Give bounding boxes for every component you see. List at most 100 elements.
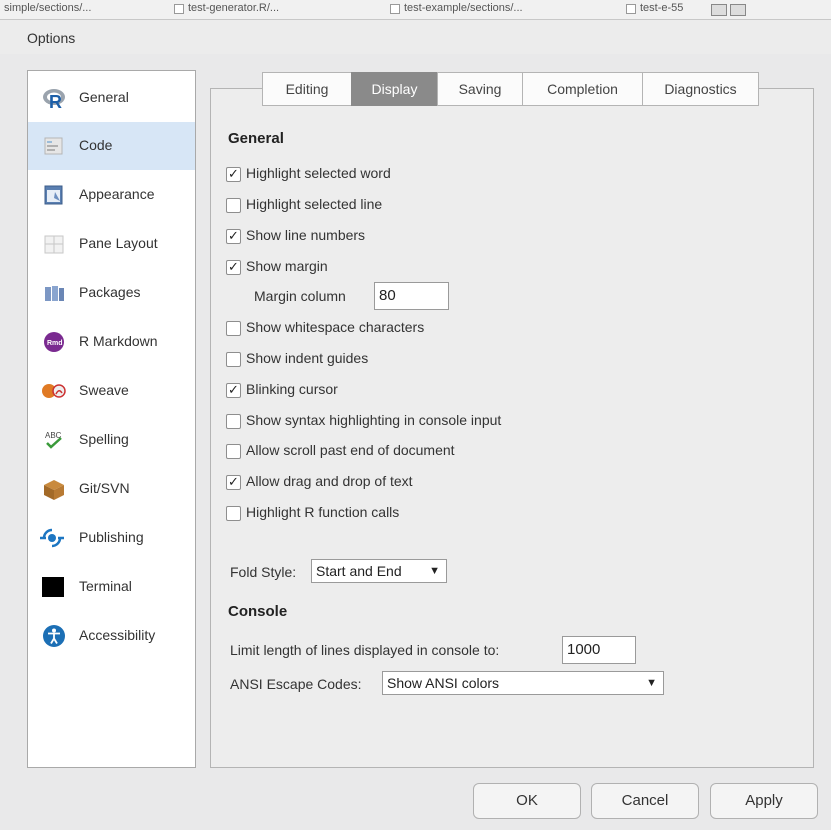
r-logo-icon: R — [43, 89, 65, 110]
tab-completion[interactable]: Completion — [522, 72, 642, 106]
sidebar-item-git-svn[interactable]: Git/SVN — [28, 465, 195, 513]
sidebar-item-accessibility[interactable]: Accessibility — [28, 612, 195, 660]
pane-layout-icon — [44, 235, 64, 254]
file-icon — [174, 4, 184, 14]
dialog-title: Options — [27, 30, 76, 46]
git-svn-icon — [44, 480, 64, 500]
sidebar-item-sweave[interactable]: Sweave — [28, 367, 195, 415]
check-icon: ✓ — [228, 474, 239, 489]
background-tab-label: test-example/sections/... — [404, 2, 523, 14]
cancel-button[interactable]: Cancel — [591, 783, 699, 819]
console-limit-label: Limit length of lines displayed in conso… — [230, 642, 500, 658]
display-options-panel — [210, 88, 814, 768]
sidebar-item-label: Appearance — [79, 186, 155, 202]
option-label: Highlight selected word — [246, 165, 391, 181]
dialog-titlebar — [0, 20, 831, 54]
sidebar-item-general[interactable]: R General — [28, 74, 195, 122]
fold-style-label: Fold Style: — [230, 564, 297, 580]
sidebar-item-appearance[interactable]: Appearance — [28, 171, 195, 219]
sidebar-item-label: General — [79, 89, 129, 105]
option-label: Show line numbers — [246, 227, 366, 243]
margin-column-label: Margin column — [254, 288, 346, 304]
sidebar-item-packages[interactable]: Packages — [28, 269, 195, 317]
margin-column-input[interactable]: 80 — [374, 282, 449, 310]
svg-text:R: R — [49, 92, 62, 110]
sidebar-item-label: Terminal — [79, 578, 132, 594]
checkbox[interactable]: ✓ — [226, 259, 241, 275]
sidebar-item-publishing[interactable]: Publishing — [28, 514, 195, 562]
options-sidebar: R General Code Appearance Pane Layout Pa… — [27, 70, 196, 768]
ansi-escape-value: Show ANSI colors — [387, 675, 500, 691]
option-label: Show whitespace characters — [246, 319, 425, 335]
checkbox[interactable]: ✓ — [226, 166, 241, 182]
sidebar-item-label: Packages — [79, 284, 141, 300]
option-label: Allow drag and drop of text — [246, 473, 413, 489]
minimize-icon[interactable] — [711, 4, 727, 16]
general-heading: General — [228, 130, 284, 147]
maximize-icon[interactable] — [730, 4, 746, 16]
checkbox[interactable]: ✓ — [226, 474, 241, 490]
sidebar-item-code[interactable]: Code — [28, 122, 195, 170]
checkbox[interactable] — [226, 444, 241, 459]
option-label: Blinking cursor — [246, 381, 338, 397]
apply-button[interactable]: Apply — [710, 783, 818, 819]
sidebar-item-label: Pane Layout — [79, 235, 158, 251]
packages-icon — [45, 286, 64, 301]
check-icon: ✓ — [228, 382, 239, 397]
checkbox[interactable] — [226, 198, 241, 213]
sidebar-item-r-markdown[interactable]: Rmd R Markdown — [28, 318, 195, 366]
checkbox[interactable] — [226, 414, 241, 429]
sidebar-item-label: Publishing — [79, 529, 144, 545]
sidebar-item-label: Sweave — [79, 382, 129, 398]
file-icon — [390, 4, 400, 14]
background-tab[interactable]: test-generator.R/... — [172, 2, 279, 18]
background-tab-label: simple/sections/... — [4, 2, 92, 14]
spelling-icon: ABC — [45, 431, 62, 449]
rmarkdown-icon: Rmd — [44, 332, 64, 352]
sidebar-item-label: Code — [79, 137, 113, 153]
window-control-icons — [711, 3, 751, 16]
checkbox[interactable]: ✓ — [226, 382, 241, 398]
publishing-icon — [40, 528, 64, 548]
option-label: Show indent guides — [246, 350, 369, 366]
option-label: Highlight selected line — [246, 196, 383, 212]
background-tab-label: test-e-55 — [640, 2, 684, 14]
checkbox[interactable] — [226, 352, 241, 367]
background-tab[interactable]: simple/sections/... — [0, 2, 91, 18]
sidebar-item-terminal[interactable]: Terminal — [28, 563, 195, 611]
fold-style-select[interactable]: Start and End ▼ — [311, 559, 447, 583]
sidebar-item-label: Accessibility — [79, 627, 156, 643]
option-label: Show margin — [246, 258, 328, 274]
check-icon: ✓ — [228, 166, 239, 181]
option-label: Show syntax highlighting in console inpu… — [246, 412, 502, 428]
tab-editing[interactable]: Editing — [262, 72, 351, 106]
dropdown-arrow-icon: ▼ — [429, 565, 440, 577]
ansi-escape-select[interactable]: Show ANSI colors ▼ — [382, 671, 664, 695]
tab-diagnostics[interactable]: Diagnostics — [642, 72, 759, 106]
tab-display[interactable]: Display — [351, 72, 437, 106]
ansi-escape-label: ANSI Escape Codes: — [230, 676, 362, 692]
file-icon — [626, 4, 636, 14]
terminal-icon — [42, 577, 64, 597]
sidebar-item-pane-layout[interactable]: Pane Layout — [28, 220, 195, 268]
ok-button[interactable]: OK — [473, 783, 581, 819]
option-label: Highlight R function calls — [246, 504, 400, 520]
background-tab[interactable]: test-example/sections/... — [388, 2, 523, 18]
sidebar-item-label: R Markdown — [79, 333, 158, 349]
fold-style-value: Start and End — [316, 563, 402, 579]
checkbox[interactable]: ✓ — [226, 228, 241, 244]
tab-saving[interactable]: Saving — [437, 72, 522, 106]
option-label: Allow scroll past end of document — [246, 442, 455, 458]
checkbox[interactable] — [226, 506, 241, 521]
checkbox[interactable] — [226, 321, 241, 336]
accessibility-icon — [43, 625, 65, 647]
sweave-icon — [42, 384, 66, 398]
background-tab-strip: simple/sections/... test-generator.R/...… — [0, 0, 831, 20]
svg-text:Rmd: Rmd — [47, 340, 63, 347]
console-limit-input[interactable]: 1000 — [562, 636, 636, 664]
sidebar-item-spelling[interactable]: ABC Spelling — [28, 416, 195, 464]
appearance-icon — [44, 185, 63, 205]
background-tab[interactable]: test-e-55 — [624, 2, 683, 18]
background-tab-label: test-generator.R/... — [188, 2, 280, 14]
check-icon: ✓ — [228, 228, 239, 243]
